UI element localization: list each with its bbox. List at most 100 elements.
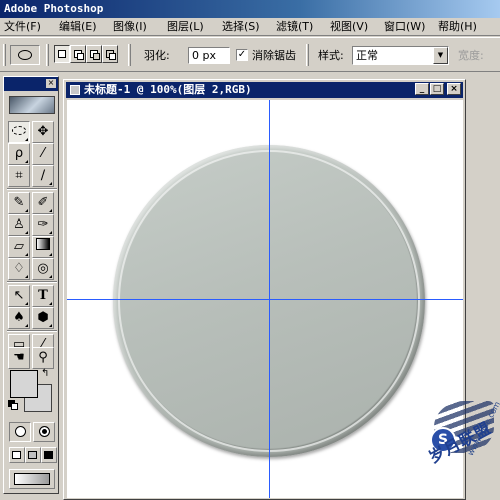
toolbox-separator-3 — [7, 330, 57, 332]
gradient-tool[interactable] — [32, 236, 54, 258]
toolbox-separator-2 — [7, 281, 57, 283]
full-screen-mode-button[interactable] — [41, 447, 57, 463]
toolbox-separator — [7, 188, 57, 190]
swap-colors-icon[interactable]: ↰ — [41, 369, 49, 379]
standard-screen-mode-button[interactable] — [9, 447, 25, 463]
antialias-label: 消除锯齿 — [252, 49, 296, 62]
menu-window[interactable]: 窗口(W) — [384, 20, 425, 34]
subtract-selection-icon-overlap — [93, 53, 100, 60]
quick-mask-icon — [39, 426, 50, 437]
elliptical-marquee-tool[interactable] — [8, 121, 30, 143]
clone-stamp-tool[interactable]: ♙ — [8, 214, 30, 236]
menu-layer[interactable]: 图层(L) — [167, 20, 204, 34]
feather-label: 羽化: — [144, 49, 170, 62]
horizontal-guide[interactable] — [67, 299, 463, 300]
type-tool[interactable]: T — [32, 285, 54, 307]
slice-tool[interactable]: ∕ — [32, 165, 54, 187]
lasso-icon: ρ — [14, 146, 24, 161]
hand-tool[interactable]: ☚ — [8, 347, 30, 369]
options-divider-3 — [306, 44, 309, 66]
new-selection-icon — [58, 50, 66, 58]
photoshop-logo[interactable] — [9, 96, 55, 114]
style-label: 样式: — [318, 49, 344, 62]
tool-preset-picker[interactable] — [10, 45, 40, 65]
healing-brush-tool[interactable]: ✎ — [8, 192, 30, 214]
maximize-button[interactable]: □ — [430, 83, 444, 95]
watermark-logo: S 岁月联盟 www.syue.com — [400, 395, 500, 500]
window-icon — [12, 451, 21, 459]
style-select[interactable]: 正常 ▼ — [352, 46, 449, 65]
window-menu-icon — [28, 451, 37, 459]
brush-icon: ✐ — [37, 195, 49, 210]
move-tool[interactable]: ✥ — [32, 121, 54, 143]
type-icon: T — [38, 288, 48, 303]
imageready-icon — [14, 473, 50, 485]
pen-icon: ♠ — [13, 310, 25, 325]
minimize-icon: _ — [419, 84, 425, 94]
chevron-down-icon[interactable]: ▼ — [433, 47, 448, 64]
custom-shape-tool[interactable]: ⬢ — [32, 307, 54, 329]
new-selection-button[interactable] — [54, 45, 70, 63]
intersect-selection-button[interactable] — [102, 45, 118, 63]
crop-icon: ⌗ — [15, 168, 23, 183]
subtract-selection-button[interactable] — [86, 45, 102, 63]
intersect-selection-icon-overlap — [109, 53, 116, 60]
history-brush-tool[interactable]: ✑ — [32, 214, 54, 236]
foreground-color-swatch[interactable] — [10, 370, 38, 398]
minimize-button[interactable]: _ — [415, 83, 429, 95]
menu-file[interactable]: 文件(F) — [4, 20, 41, 34]
path-selection-tool[interactable]: ↖ — [8, 285, 30, 307]
menu-bar: 文件(F) 编辑(E) 图像(I) 图层(L) 选择(S) 滤镜(T) 视图(V… — [0, 18, 500, 36]
magic-wand-tool[interactable]: ⁄ — [32, 143, 54, 165]
eraser-tool[interactable]: ▱ — [8, 236, 30, 258]
default-colors-icon[interactable] — [8, 400, 18, 410]
maximize-icon: □ — [432, 84, 442, 94]
arrow-icon: ↖ — [13, 288, 25, 303]
menu-edit[interactable]: 编辑(E) — [59, 20, 97, 34]
dodge-tool[interactable]: ◎ — [32, 258, 54, 280]
toolbox: × ✥ ρ ⁄ ⌗ ∕ ✎ ✐ ♙ ✑ ▱ ♢ ◎ ↖ T ♠ ⬢ ▭ ⁄ ☚ … — [3, 76, 59, 494]
menu-image[interactable]: 图像(I) — [113, 20, 147, 34]
standard-mode-icon — [15, 426, 26, 437]
crop-tool[interactable]: ⌗ — [8, 165, 30, 187]
ellipse-icon — [18, 50, 32, 60]
brush-tool[interactable]: ✐ — [32, 192, 54, 214]
close-icon[interactable]: × — [46, 79, 56, 88]
blur-tool[interactable]: ♢ — [8, 258, 30, 280]
close-button[interactable]: × — [447, 83, 461, 95]
check-icon: ✓ — [237, 49, 247, 60]
standard-mode-button[interactable] — [9, 422, 31, 442]
document-title: 未标题-1 @ 100%(图层 2,RGB) — [84, 83, 252, 96]
menu-filter[interactable]: 滤镜(T) — [276, 20, 313, 34]
add-selection-icon-overlap — [77, 53, 84, 60]
options-divider-2 — [128, 44, 131, 66]
feather-input[interactable]: 0 px — [188, 47, 230, 64]
menu-select[interactable]: 选择(S) — [222, 20, 260, 34]
eraser-icon: ▱ — [14, 239, 24, 254]
document-title-bar[interactable]: 未标题-1 @ 100%(图层 2,RGB) — [66, 82, 463, 98]
magnifier-icon: ⚲ — [38, 350, 48, 365]
hand-icon: ☚ — [13, 350, 25, 365]
jump-to-imageready-button[interactable] — [9, 469, 55, 489]
slice-icon: ∕ — [40, 168, 46, 183]
move-icon: ✥ — [37, 124, 49, 139]
zoom-tool[interactable]: ⚲ — [32, 347, 54, 369]
options-grip[interactable] — [3, 44, 6, 66]
quick-mask-button[interactable] — [33, 422, 55, 442]
ellipse-marquee-icon — [12, 126, 26, 135]
add-selection-button[interactable] — [70, 45, 86, 63]
pen-tool[interactable]: ♠ — [8, 307, 30, 329]
lasso-tool[interactable]: ρ — [8, 143, 30, 165]
menu-help[interactable]: 帮助(H) — [438, 20, 477, 34]
sponge-icon: ◎ — [37, 261, 49, 276]
hexagon-icon: ⬢ — [37, 310, 49, 325]
width-label: 宽度: — [458, 49, 484, 62]
antialias-checkbox[interactable]: ✓ — [236, 49, 248, 61]
menu-view[interactable]: 视图(V) — [330, 20, 368, 34]
full-screen-menu-mode-button[interactable] — [25, 447, 41, 463]
options-bar: 羽化: 0 px ✓ 消除锯齿 样式: 正常 ▼ 宽度: — [0, 37, 500, 72]
toolbox-title-bar[interactable]: × — [4, 77, 58, 91]
document-icon — [70, 85, 80, 95]
style-select-value: 正常 — [356, 49, 378, 62]
default-colors-bg — [11, 403, 18, 410]
